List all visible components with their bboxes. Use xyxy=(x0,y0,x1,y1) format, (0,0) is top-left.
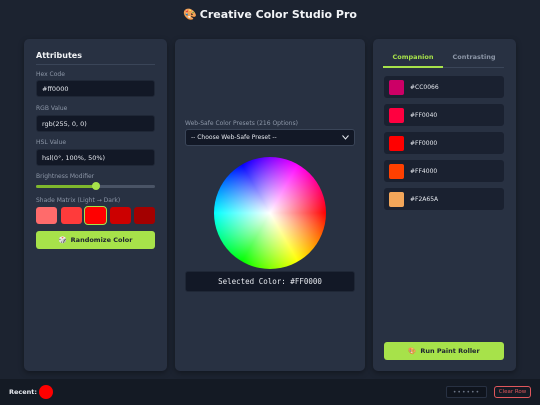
brightness-label: Brightness Modifier xyxy=(36,173,95,180)
palette-icon: 🎨 xyxy=(183,8,197,21)
preset-label: Web-Safe Color Presets (216 Options) xyxy=(185,120,298,127)
chevron-down-icon xyxy=(342,135,349,140)
palette-panel: Companion Contrasting 🎨 Run Paint Roller … xyxy=(373,39,516,371)
app-title-text: Creative Color Studio Pro xyxy=(199,8,357,21)
swatch-hex: #CC0066 xyxy=(410,83,439,91)
swatch-row[interactable]: #F2A65A xyxy=(384,188,504,210)
hsl-label: HSL Value xyxy=(36,139,67,146)
shade-swatch[interactable] xyxy=(36,207,57,224)
hsl-input[interactable]: hsl(0°, 100%, 50%) xyxy=(36,149,155,166)
picker-panel: Web-Safe Color Presets (216 Options) -- … xyxy=(175,39,365,371)
swatch-hex: #FF0040 xyxy=(410,111,438,119)
preset-select[interactable]: -- Choose Web-Safe Preset -- xyxy=(185,129,355,146)
swatch-chip xyxy=(389,191,404,207)
rgb-input[interactable]: rgb(255, 0, 0) xyxy=(36,115,155,132)
swatch-hex: #FF0000 xyxy=(410,139,438,147)
dice-icon: 🎲 xyxy=(58,236,67,244)
swatch-chip xyxy=(389,107,404,123)
attributes-heading: Attributes xyxy=(36,51,82,60)
active-tab-indicator xyxy=(383,66,443,68)
app-title: 🎨 Creative Color Studio Pro xyxy=(0,8,540,26)
attributes-panel: Attributes Hex Code #ff0000 RGB Value rg… xyxy=(24,39,167,371)
tab-companion[interactable]: Companion xyxy=(383,53,443,61)
paint-roller-label: Run Paint Roller xyxy=(420,347,480,355)
rgb-label: RGB Value xyxy=(36,105,68,112)
swatch-row[interactable]: #CC0066 xyxy=(384,76,504,98)
shade-swatch[interactable] xyxy=(134,207,155,224)
randomize-button[interactable]: 🎲 Randomize Color xyxy=(36,231,155,249)
shade-swatch[interactable] xyxy=(84,206,107,225)
selected-color-readout: Selected Color: #FF0000 xyxy=(185,271,355,292)
shade-label: Shade Matrix (Light → Dark) xyxy=(36,197,121,204)
swatch-row[interactable]: #FF0040 xyxy=(384,104,504,126)
attributes-divider xyxy=(36,64,155,65)
randomize-label: Randomize Color xyxy=(70,236,133,244)
paint-roller-icon: 🎨 xyxy=(408,347,417,355)
swatch-chip xyxy=(389,163,404,179)
recent-color-swatch[interactable] xyxy=(39,385,53,399)
swatch-chip xyxy=(389,135,404,151)
color-wheel[interactable] xyxy=(214,157,326,269)
paint-roller-button[interactable]: 🎨 Run Paint Roller xyxy=(384,342,504,360)
tab-contrasting[interactable]: Contrasting xyxy=(444,53,504,61)
brightness-fill xyxy=(36,185,96,188)
clear-row-button[interactable]: Clear Row xyxy=(494,386,531,398)
recent-placeholder: •••••• xyxy=(446,386,487,398)
swatch-hex: #F2A65A xyxy=(410,195,439,203)
preset-selected-value: -- Choose Web-Safe Preset -- xyxy=(191,134,277,141)
recent-label: Recent: xyxy=(9,388,38,396)
shade-swatch[interactable] xyxy=(109,207,131,224)
brightness-slider[interactable] xyxy=(36,182,155,190)
hex-label: Hex Code xyxy=(36,71,65,78)
swatch-chip xyxy=(389,79,404,95)
swatch-row[interactable]: #FF0000 xyxy=(384,132,504,154)
swatch-row[interactable]: #FF4000 xyxy=(384,160,504,182)
footer-bar: Recent: •••••• Clear Row xyxy=(0,379,540,405)
shade-swatch[interactable] xyxy=(60,207,82,224)
swatch-hex: #FF4000 xyxy=(410,167,438,175)
brightness-handle[interactable] xyxy=(91,182,100,190)
hex-input[interactable]: #ff0000 xyxy=(36,80,155,97)
